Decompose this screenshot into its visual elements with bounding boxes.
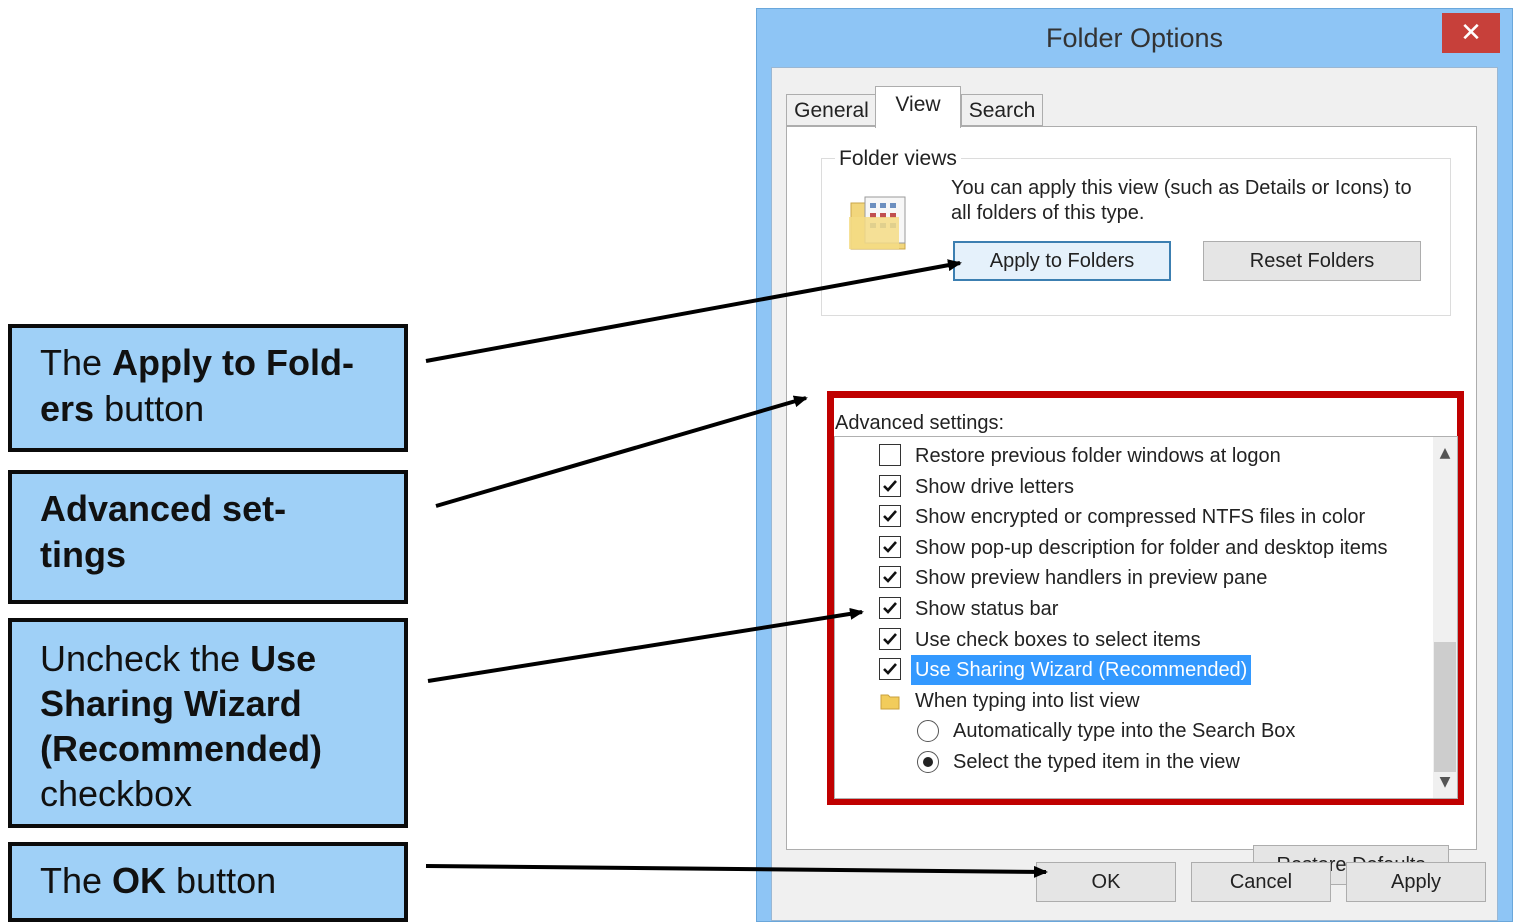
scroll-up-icon[interactable]: ▲: [1433, 443, 1457, 463]
callout-bold: Use: [250, 638, 317, 679]
view-tab-panel: Folder views You can apply this view (su…: [786, 126, 1477, 885]
arrow-to-advanced-settings: [435, 395, 808, 508]
dialog-client-area: General View Search Folder views You can…: [771, 67, 1498, 921]
radio-unselected[interactable]: [917, 720, 939, 743]
apply-button[interactable]: Apply: [1346, 862, 1486, 902]
tab-view[interactable]: View: [875, 86, 961, 128]
callout-text: button: [166, 860, 277, 901]
advanced-setting-label: When typing into list view: [915, 689, 1140, 712]
callout-apply-to-folders: The Apply to Fold- ers button: [8, 324, 408, 452]
advanced-setting-label: Use Sharing Wizard (Recommended): [911, 655, 1252, 686]
apply-to-folders-button[interactable]: Apply to Folders: [953, 241, 1171, 281]
checkbox-checked[interactable]: [879, 474, 901, 497]
checkbox-checked[interactable]: [879, 627, 901, 650]
advanced-setting-label: Restore previous folder windows at logon: [915, 445, 1281, 467]
callout-bold: ers: [40, 388, 95, 429]
checkbox-checked[interactable]: [879, 597, 901, 619]
callout-text: button: [94, 388, 205, 429]
scroll-down-icon[interactable]: ▼: [1433, 772, 1457, 792]
callout-bold: Apply to Fold-: [112, 342, 354, 383]
folder-options-window: Folder Options ✕ General View Search Fol…: [756, 8, 1513, 922]
advanced-setting-label: Show encrypted or compressed NTFS files …: [915, 506, 1366, 529]
callout-bold: OK: [112, 860, 167, 901]
advanced-setting-label: Show pop-up description for folder and d…: [915, 536, 1388, 559]
folder-views-icon: [847, 191, 911, 255]
checkbox-checked[interactable]: [879, 566, 901, 589]
window-title: Folder Options: [1045, 23, 1224, 53]
cancel-button[interactable]: Cancel: [1191, 862, 1331, 902]
advanced-setting-label: Show drive letters: [915, 475, 1074, 498]
checkbox-checked[interactable]: [879, 505, 901, 528]
advanced-setting-label: Automatically type into the Search Box: [953, 720, 1296, 743]
list-scrollbar[interactable]: ▲ ▼: [1433, 437, 1457, 798]
ok-button[interactable]: OK: [1036, 862, 1176, 902]
advanced-settings-label: Advanced settings:: [835, 412, 1004, 434]
folder-views-label: Folder views: [835, 147, 961, 171]
checkbox-checked[interactable]: [879, 535, 901, 558]
checkbox-unchecked[interactable]: [879, 444, 901, 466]
callout-bold: Sharing Wizard: [40, 683, 302, 724]
callout-text: Uncheck the: [40, 638, 251, 679]
advanced-setting-label: Show preview handlers in preview pane: [915, 567, 1268, 590]
scroll-thumb[interactable]: [1434, 642, 1456, 772]
advanced-setting-label: Select the typed item in the view: [953, 751, 1240, 773]
checkbox-checked[interactable]: [879, 658, 901, 681]
close-button[interactable]: ✕: [1442, 13, 1500, 53]
callout-bold: (Recommended): [40, 728, 323, 769]
advanced-settings-list[interactable]: Restore previous folder windows at logon…: [834, 436, 1458, 799]
radio-selected[interactable]: [917, 751, 939, 773]
tab-search[interactable]: Search: [961, 94, 1043, 126]
callout-advanced-settings: Advanced set- tings: [8, 470, 408, 604]
callout-bold: Advanced set-: [40, 488, 287, 529]
tab-general[interactable]: General: [786, 94, 877, 126]
advanced-setting-label: Use check boxes to select items: [915, 628, 1201, 651]
advanced-setting-label: Show status bar: [915, 598, 1059, 620]
folder-icon: [879, 690, 901, 721]
callout-text: The: [40, 342, 113, 383]
callout-uncheck-sharing-wizard: Uncheck the Use Sharing Wizard (Recommen…: [8, 618, 408, 828]
folder-views-description: You can apply this view (such as Details…: [951, 177, 1412, 224]
radio-dot: [923, 757, 933, 767]
callout-text: The: [40, 860, 113, 901]
close-icon: ✕: [1460, 18, 1482, 48]
callout-ok-button: The OK button: [8, 842, 408, 922]
callout-bold: tings: [40, 534, 126, 575]
callout-text: checkbox: [40, 773, 193, 814]
reset-folders-button[interactable]: Reset Folders: [1203, 241, 1421, 281]
